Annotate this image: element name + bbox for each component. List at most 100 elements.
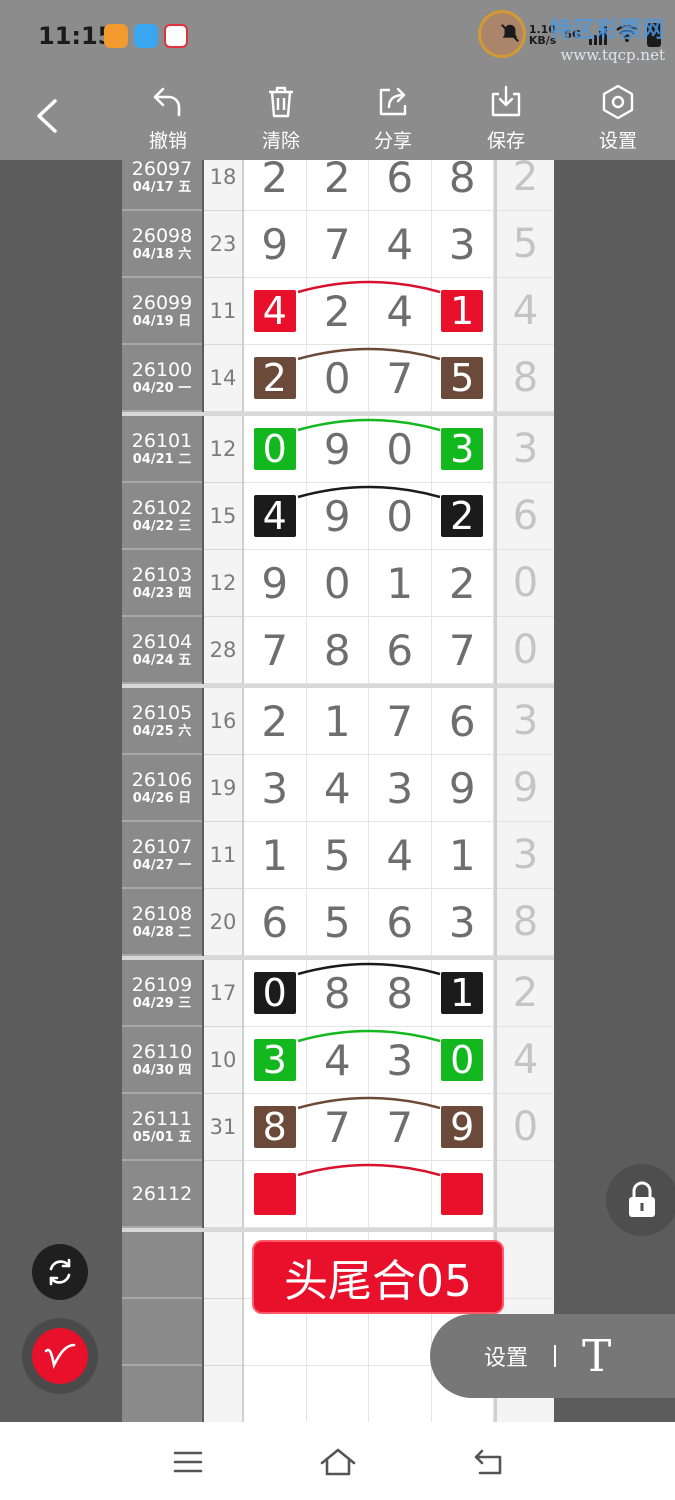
digit-cell[interactable]: 7: [306, 1094, 369, 1161]
digit-cell[interactable]: 3: [431, 211, 494, 278]
digit-cell[interactable]: 4: [369, 211, 432, 278]
digit-cell[interactable]: 5: [306, 822, 369, 889]
digit-cell[interactable]: 0: [306, 345, 369, 412]
menu-button[interactable]: [168, 1442, 208, 1482]
digit-cell[interactable]: [369, 1366, 432, 1422]
save-button[interactable]: 保存: [471, 84, 541, 153]
digit-cell[interactable]: [307, 1366, 369, 1422]
table-row[interactable]: 26099 04/19 日 11 4 2 4 1 4: [122, 278, 554, 345]
digit-cell[interactable]: 3: [431, 889, 494, 956]
home-button[interactable]: [318, 1442, 358, 1482]
table-row[interactable]: 26102 04/22 三 15 4 9 0 2 6: [122, 483, 554, 550]
digit-cell[interactable]: 8: [306, 960, 369, 1027]
digit-cell[interactable]: [369, 1161, 432, 1228]
status-time: 11:15: [38, 22, 115, 50]
table-row[interactable]: 26109 04/29 三 17 0 8 8 1 2: [122, 960, 554, 1027]
digit-cell[interactable]: 0: [244, 960, 307, 1027]
table-row[interactable]: 26111 05/01 五 31 8 7 7 9 0: [122, 1094, 554, 1161]
digit-cell[interactable]: 0: [431, 1027, 494, 1094]
digit-cell[interactable]: 9: [306, 483, 369, 550]
digit-cell[interactable]: 8: [306, 617, 369, 684]
digit-cell[interactable]: 3: [369, 1027, 432, 1094]
table-row[interactable]: 26112: [122, 1161, 554, 1228]
digit-cell[interactable]: 7: [244, 617, 307, 684]
table-row[interactable]: 26106 04/26 日 19 3 4 3 9 9: [122, 755, 554, 822]
digit-cell[interactable]: 9: [244, 211, 307, 278]
digit-cell[interactable]: 7: [306, 211, 369, 278]
digit-cell[interactable]: 8: [369, 960, 432, 1027]
table-row[interactable]: 26097 04/17 五 18 2 2 6 8 2: [122, 160, 554, 211]
digit-cell[interactable]: 8: [244, 1094, 307, 1161]
digit-cell[interactable]: 4: [369, 278, 432, 345]
share-button[interactable]: 分享: [358, 84, 428, 153]
digit-cell[interactable]: [306, 1161, 369, 1228]
digit-cell[interactable]: 2: [431, 483, 494, 550]
table-row[interactable]: 26110 04/30 四 10 3 4 3 0 4: [122, 1027, 554, 1094]
settings-button[interactable]: 设置: [583, 84, 653, 153]
digit-cell[interactable]: 4: [369, 822, 432, 889]
table-row[interactable]: 26108 04/28 二 20 6 5 6 3 8: [122, 889, 554, 956]
digit-cell[interactable]: 9: [306, 416, 369, 483]
digit-cell[interactable]: 4: [244, 483, 307, 550]
digit-cell[interactable]: 0: [306, 550, 369, 617]
digit-cell[interactable]: 6: [369, 617, 432, 684]
digit-cell[interactable]: 1: [306, 688, 369, 755]
table-row[interactable]: 26104 04/24 五 28 7 8 6 7 0: [122, 617, 554, 684]
digit-cell[interactable]: 3: [431, 416, 494, 483]
digit-cell[interactable]: 4: [306, 1027, 369, 1094]
digit-cell[interactable]: 7: [369, 688, 432, 755]
digit-cell[interactable]: 9: [244, 550, 307, 617]
undo-button[interactable]: 撤销: [133, 84, 203, 153]
table-row[interactable]: 26101 04/21 二 12 0 9 0 3 3: [122, 416, 554, 483]
digit-cell[interactable]: 7: [369, 1094, 432, 1161]
digit-cell[interactable]: 5: [306, 889, 369, 956]
digit-cell[interactable]: 5: [431, 345, 494, 412]
digit-cell[interactable]: 1: [431, 960, 494, 1027]
table-row[interactable]: 26100 04/20 一 14 2 0 7 5 8: [122, 345, 554, 412]
table-row[interactable]: 26105 04/25 六 16 2 1 7 6 3: [122, 688, 554, 755]
digit-cell[interactable]: 4: [244, 278, 307, 345]
lock-button[interactable]: [606, 1164, 675, 1236]
digit-cell[interactable]: 6: [369, 889, 432, 956]
table-row[interactable]: 26098 04/18 六 23 9 7 4 3 5: [122, 211, 554, 278]
issue-date: 04/20 一: [132, 380, 192, 396]
digit-cell[interactable]: [431, 1161, 494, 1228]
digit-cell[interactable]: 7: [369, 345, 432, 412]
digit-cell[interactable]: 6: [431, 688, 494, 755]
floating-settings-button[interactable]: 设置: [484, 1340, 528, 1372]
table-row[interactable]: 26103 04/23 四 12 9 0 1 2 0: [122, 550, 554, 617]
digit-cell[interactable]: 1: [431, 822, 494, 889]
digit-cell[interactable]: 8: [431, 160, 494, 211]
digit-cell[interactable]: 2: [244, 160, 307, 211]
text-tool-icon[interactable]: T: [582, 1331, 611, 1382]
digit-cell[interactable]: [244, 1366, 307, 1422]
digit-cell[interactable]: 3: [369, 755, 432, 822]
digit-cell[interactable]: 2: [431, 550, 494, 617]
digit-cell[interactable]: [244, 1161, 307, 1228]
digit-cell[interactable]: 1: [369, 550, 432, 617]
digit-cell[interactable]: 9: [431, 1094, 494, 1161]
digit-cell[interactable]: 3: [244, 1027, 307, 1094]
digit-cell[interactable]: 6: [369, 160, 432, 211]
digit-cell[interactable]: 9: [431, 755, 494, 822]
refresh-button[interactable]: [32, 1244, 88, 1300]
table-row[interactable]: 26107 04/27 一 11 1 5 4 1 3: [122, 822, 554, 889]
pen-tool-button[interactable]: [22, 1318, 98, 1394]
digit-cell[interactable]: 2: [306, 160, 369, 211]
digit-cell[interactable]: 2: [244, 345, 307, 412]
digit-cell[interactable]: 0: [369, 416, 432, 483]
digit-cell[interactable]: 6: [244, 889, 307, 956]
digit-cell[interactable]: 0: [244, 416, 307, 483]
back-button[interactable]: [24, 94, 68, 138]
lottery-trend-table[interactable]: 26097 04/17 五 18 2 2 6 8 2 26098 04/18 六 23 9 7 4 3 5 26…: [122, 160, 554, 1422]
digit-cell[interactable]: 7: [431, 617, 494, 684]
digit-cell[interactable]: 1: [431, 278, 494, 345]
digit-cell[interactable]: 3: [244, 755, 307, 822]
digit-cell[interactable]: 2: [244, 688, 307, 755]
digit-cell[interactable]: 2: [306, 278, 369, 345]
digit-cell[interactable]: 0: [369, 483, 432, 550]
back-nav-button[interactable]: [468, 1442, 508, 1482]
digit-cell[interactable]: 4: [306, 755, 369, 822]
clear-button[interactable]: 清除: [246, 84, 316, 153]
digit-cell[interactable]: 1: [244, 822, 307, 889]
